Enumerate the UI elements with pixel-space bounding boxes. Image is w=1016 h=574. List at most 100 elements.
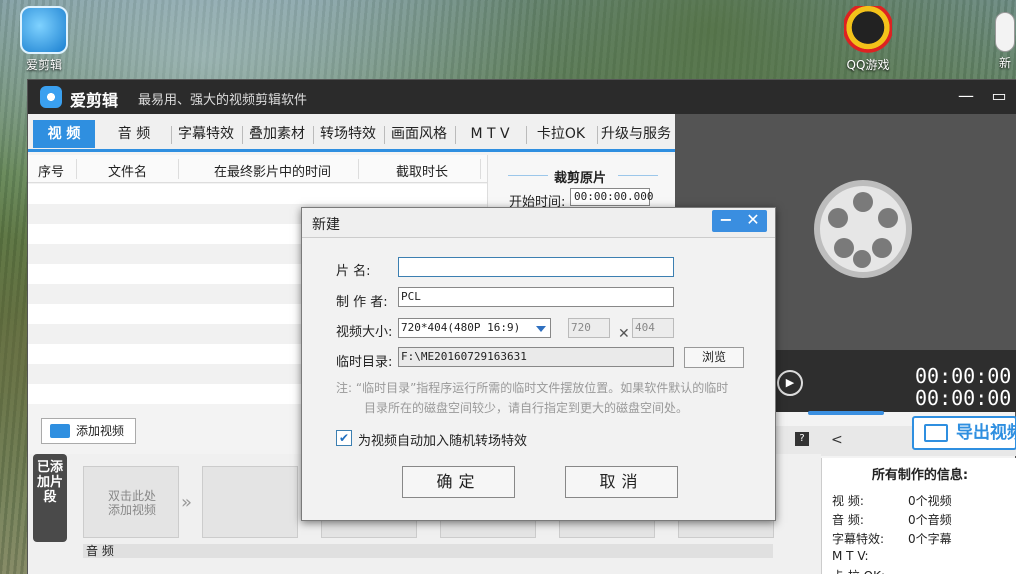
export-video-button[interactable]: 导出视频	[912, 416, 1016, 450]
clip-slot[interactable]	[202, 466, 298, 538]
timecode-current: 00:00:00.0	[915, 364, 1016, 388]
app-titlebar: 爱剪辑 最易用、强大的视频剪辑软件 — ▭	[28, 80, 1016, 114]
chevron-down-icon	[536, 326, 546, 332]
add-video-label: 添加视频	[76, 424, 125, 438]
list-row	[28, 184, 487, 204]
tab-karaoke[interactable]: 卡拉OK	[528, 120, 594, 148]
name-input[interactable]	[398, 257, 674, 277]
note-line: 注: “临时目录”指程序运行所需的临时文件摆放位置。如果软件默认的临时	[336, 381, 729, 395]
info-row: 音 频: 0个音频	[832, 511, 952, 528]
next-frame-icon[interactable]: ▶	[777, 370, 803, 396]
tab-divider	[384, 126, 385, 144]
reel-hole	[828, 208, 848, 228]
video-size-select[interactable]: 720*404(480P 16:9)	[398, 318, 551, 338]
start-time-input[interactable]: 00:00:00.000	[570, 188, 653, 206]
tab-divider	[597, 126, 598, 144]
dialog-window-buttons: − ✕	[712, 210, 767, 232]
auto-transition-checkbox[interactable]: ✔	[336, 430, 352, 446]
times-icon: ✕	[618, 326, 630, 342]
maximize-button[interactable]: ▭	[989, 86, 1009, 106]
reel-hole	[834, 238, 854, 258]
info-title: 所有制作的信息:	[871, 468, 969, 483]
tab-overlay[interactable]: 叠加素材	[244, 120, 310, 148]
desktop-icon-aijianji[interactable]: 爱剪辑	[14, 6, 74, 73]
info-key: 音 频:	[832, 513, 864, 527]
info-row: 卡 拉 OK:	[832, 567, 885, 574]
volume-slider[interactable]	[808, 411, 884, 415]
share-icon[interactable]: <	[831, 432, 843, 448]
reel-hole	[872, 238, 892, 258]
tab-divider	[171, 126, 172, 144]
chevron-right-icon: »	[181, 492, 193, 513]
col-duration[interactable]: 截取时长	[396, 161, 448, 180]
desktop-icon-new[interactable]: 新	[994, 12, 1016, 71]
col-final-time[interactable]: 在最终影片中的时间	[214, 161, 331, 180]
cancel-button[interactable]: 取消	[565, 466, 678, 498]
tab-mtv[interactable]: M T V	[457, 120, 523, 148]
app-name: 爱剪辑	[70, 91, 119, 110]
info-key: 视 频:	[832, 494, 864, 508]
info-key: 字幕特效:	[832, 532, 885, 546]
reel-hole	[853, 250, 871, 268]
desktop-icon-qqgame[interactable]: QQ游戏	[838, 6, 898, 73]
info-row: 视 频: 0个视频	[832, 492, 952, 509]
author-label: 制 作 者:	[336, 295, 388, 310]
info-row: M T V:	[832, 549, 869, 563]
tab-audio[interactable]: 音 频	[103, 120, 165, 148]
tab-video[interactable]: 视 频	[33, 120, 95, 148]
tab-divider	[526, 126, 527, 144]
browse-button[interactable]: 浏览	[684, 347, 744, 368]
timecode-total: 00:00:00.0	[915, 386, 1016, 410]
aijianji-app-icon	[20, 6, 68, 54]
clip-slot-add[interactable]: 双击此处 添加视频	[83, 466, 179, 538]
desktop-icon-label: 新	[998, 56, 1011, 70]
new-file-icon	[995, 12, 1015, 52]
tab-divider	[313, 126, 314, 144]
tab-style[interactable]: 画面风格	[386, 120, 452, 148]
column-divider	[480, 159, 481, 179]
film-reel-icon	[814, 180, 912, 278]
app-logo-icon	[40, 86, 62, 108]
film-icon	[50, 424, 70, 438]
height-input: 404	[632, 318, 674, 338]
project-info-panel: 所有制作的信息: 视 频: 0个视频 音 频: 0个音频 字幕特效: 0个字幕 M T…	[821, 458, 1016, 574]
auto-transition-label[interactable]: 为视频自动加入随机转场特效	[358, 430, 527, 449]
clip-hint: 双击此处 添加视频	[84, 489, 180, 517]
col-index[interactable]: 序号	[38, 161, 64, 180]
tab-subtitle-effects[interactable]: 字幕特效	[173, 120, 239, 148]
tab-transitions[interactable]: 转场特效	[315, 120, 381, 148]
temp-dir-label: 临时目录:	[336, 355, 393, 370]
author-input[interactable]: PCL	[398, 287, 674, 307]
app-slogan: 最易用、强大的视频剪辑软件	[138, 93, 308, 108]
temp-dir-input[interactable]: F:\ME20160729163631	[398, 347, 674, 367]
tab-divider	[242, 126, 243, 144]
info-row: 字幕特效: 0个字幕	[832, 530, 952, 547]
ok-button[interactable]: 确定	[402, 466, 515, 498]
export-icon	[924, 424, 948, 442]
dialog-close-button[interactable]: ✕	[740, 210, 766, 232]
column-divider	[178, 159, 179, 179]
dialog-titlebar: 新建 − ✕	[302, 208, 775, 238]
column-divider	[358, 159, 359, 179]
note-line: 目录所在的磁盘空间较少，请自行指定到更大的磁盘空间处。	[364, 401, 689, 415]
clip-hint-line: 添加视频	[107, 503, 156, 517]
col-filename[interactable]: 文件名	[108, 161, 147, 180]
divider	[508, 175, 548, 176]
help-icon[interactable]: ?	[795, 432, 809, 446]
divider	[618, 175, 658, 176]
dialog-minimize-button[interactable]: −	[713, 210, 739, 232]
add-video-button[interactable]: 添加视频	[41, 418, 136, 444]
info-key: M T V:	[832, 549, 869, 563]
reel-hole	[878, 208, 898, 228]
tab-upgrade[interactable]: 升级与服务	[599, 120, 673, 148]
minimize-button[interactable]: —	[956, 86, 976, 106]
tab-divider	[455, 126, 456, 144]
video-list-header: 序号 文件名 在最终影片中的时间 截取时长	[28, 155, 487, 183]
export-label: 导出视频	[956, 423, 1015, 443]
added-clips-tab[interactable]: 已添加片段	[33, 454, 67, 542]
info-value: 0个视频	[908, 494, 952, 508]
name-label: 片 名:	[336, 264, 371, 279]
qq-penguin-icon	[844, 6, 892, 54]
desktop-icon-label: 爱剪辑	[25, 58, 62, 72]
video-size-value: 720*404(480P 16:9)	[401, 321, 521, 334]
